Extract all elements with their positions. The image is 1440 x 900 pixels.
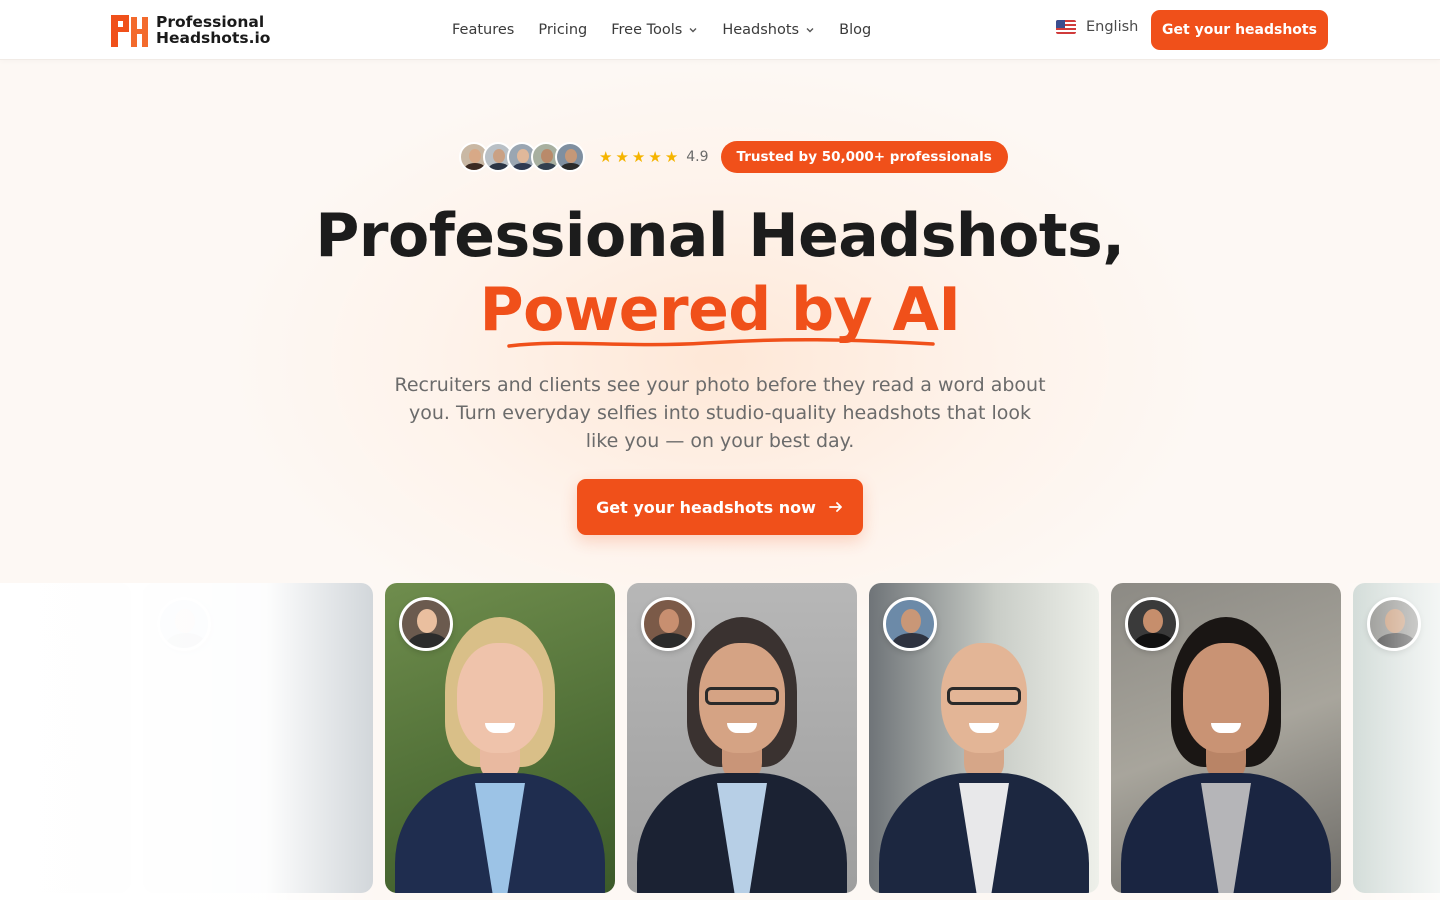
us-flag-icon <box>1056 20 1076 34</box>
selfie-thumbnail <box>641 597 695 651</box>
headshot-card[interactable] <box>1353 583 1440 893</box>
star-icon: ★ <box>615 148 629 166</box>
hero-cta-label: Get your headshots now <box>596 497 816 517</box>
trusted-badge: Trusted by 50,000+ professionals <box>720 141 1008 173</box>
logo-line2: Headshots.io <box>156 29 271 47</box>
logo-text: Professional Headshots.io <box>156 14 270 46</box>
customer-avatars <box>459 142 585 172</box>
headshot-card[interactable] <box>143 583 373 893</box>
selfie-thumbnail <box>157 597 211 651</box>
headshot-gallery <box>0 583 1440 900</box>
hero-subtitle: Recruiters and clients see your photo be… <box>394 374 1046 452</box>
headshot-card[interactable] <box>869 583 1099 893</box>
selfie-thumbnail <box>1125 597 1179 651</box>
main-nav: Features Pricing Free Tools Headshots Bl… <box>452 0 871 60</box>
chevron-down-icon <box>689 28 697 33</box>
avatar <box>555 142 585 172</box>
hero-cta-button[interactable]: Get your headshots now <box>577 479 863 535</box>
chevron-down-icon <box>806 28 814 33</box>
star-icon: ★ <box>599 148 613 166</box>
nav-headshots-label: Headshots <box>722 22 800 38</box>
nav-free-tools[interactable]: Free Tools <box>611 22 698 38</box>
nav-pricing-label: Pricing <box>538 22 588 38</box>
logo-line1: Professional <box>156 13 265 31</box>
nav-free-tools-label: Free Tools <box>611 22 683 38</box>
nav-features-label: Features <box>452 22 515 38</box>
star-rating: ★ ★ ★ ★ ★ <box>599 148 678 166</box>
hero-title: Professional Headshots, <box>315 201 1125 271</box>
underline-squiggle <box>507 337 935 348</box>
rating-value: 4.9 <box>686 149 709 165</box>
selfie-thumbnail <box>399 597 453 651</box>
logo[interactable]: Professional Headshots.io <box>111 13 270 47</box>
logo-icon <box>111 15 148 47</box>
star-icon: ★ <box>631 148 646 166</box>
nav-headshots[interactable]: Headshots <box>722 22 815 38</box>
star-icon: ★ <box>648 148 662 166</box>
headshot-card[interactable] <box>0 583 131 893</box>
nav-pricing[interactable]: Pricing <box>538 22 587 38</box>
nav-features[interactable]: Features <box>452 22 514 38</box>
language-label: English <box>1086 19 1139 35</box>
nav-blog-label: Blog <box>839 22 872 38</box>
site-header: Professional Headshots.io Features Prici… <box>0 0 1440 60</box>
arrow-right-icon <box>828 502 842 512</box>
header-cta-button[interactable]: Get your headshots <box>1151 10 1328 50</box>
star-icon: ★ <box>664 148 679 166</box>
headshot-card[interactable] <box>1111 583 1341 893</box>
headshot-card[interactable] <box>385 583 615 893</box>
selfie-thumbnail <box>1367 597 1421 651</box>
nav-blog[interactable]: Blog <box>839 22 871 38</box>
selfie-thumbnail <box>883 597 937 651</box>
social-proof-row: ★ ★ ★ ★ ★ 4.9 Trusted by 50,000+ profess… <box>459 141 1008 173</box>
headshot-card[interactable] <box>627 583 857 893</box>
language-selector[interactable]: English <box>1056 19 1138 35</box>
